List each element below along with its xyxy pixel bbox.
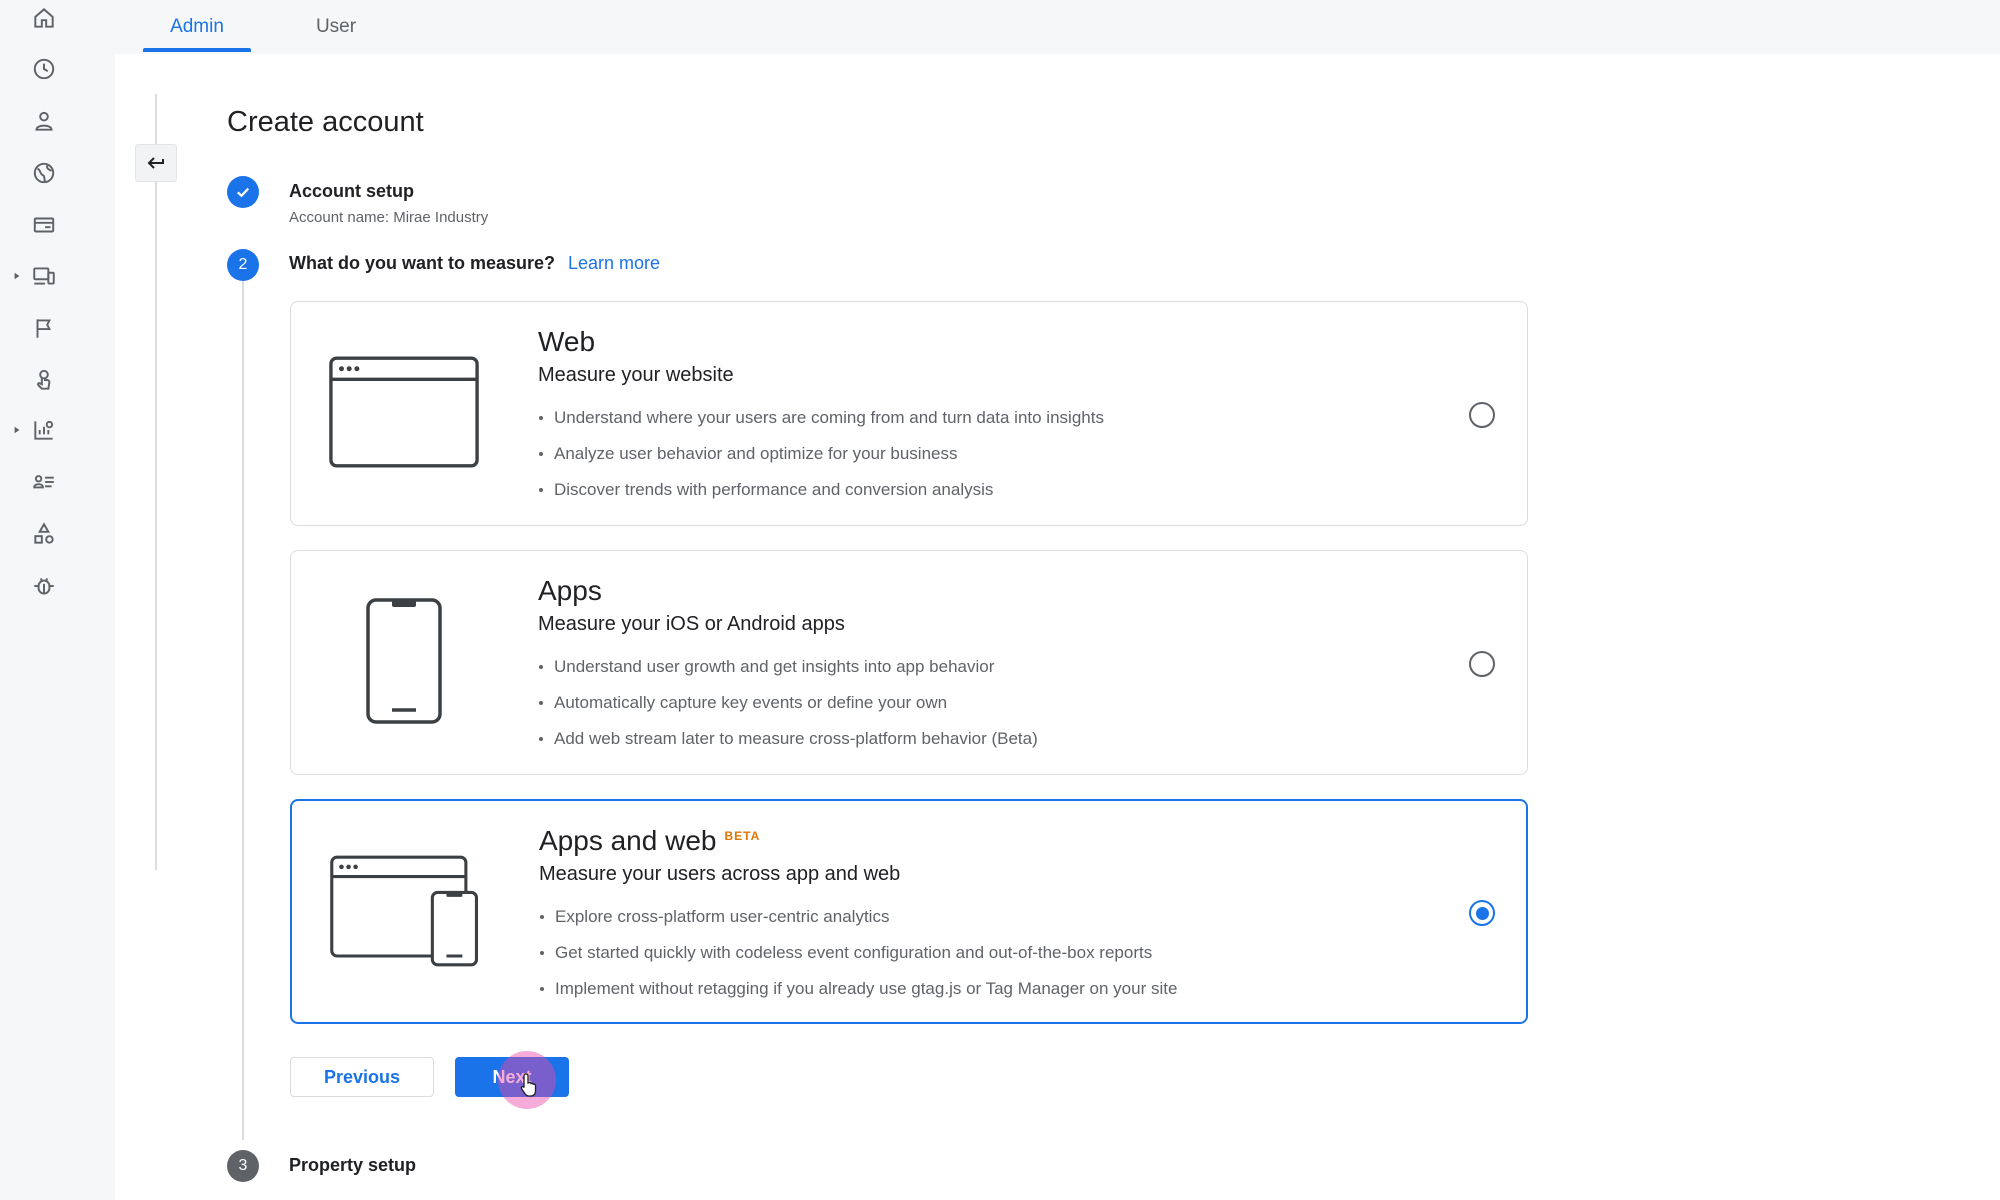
option-title: Web <box>538 326 596 357</box>
expand-caret-icon[interactable] <box>12 425 22 435</box>
step-1-label: Account setup <box>289 181 415 201</box>
step-3-badge: 3 <box>227 1150 259 1182</box>
shapes-icon[interactable] <box>26 516 62 552</box>
nav-rail <box>0 0 115 1200</box>
option-title-text: Apps and web <box>539 825 717 856</box>
clock-icon[interactable] <box>26 51 62 87</box>
option-title: Apps and web BETA <box>539 825 760 857</box>
list-item: Add web stream later to measure cross-pl… <box>538 727 1038 763</box>
step-number: 2 <box>238 256 248 273</box>
browser-window-icon <box>329 342 479 482</box>
list-item: Implement without retagging if you alrea… <box>539 977 1177 1013</box>
person-icon[interactable] <box>26 103 62 139</box>
option-card-apps-and-web[interactable]: Apps and web BETA Measure your users acro… <box>290 799 1528 1024</box>
step-1-summary: Account name: Mirae Industry <box>289 209 489 226</box>
tab-user[interactable]: User <box>291 0 381 54</box>
list-item: Explore cross-platform user-centric anal… <box>539 905 1177 941</box>
option-subtitle: Measure your iOS or Android apps <box>538 613 845 635</box>
list-item: Analyze user behavior and optimize for y… <box>538 442 1104 478</box>
list-item: Get started quickly with codeless event … <box>539 941 1177 977</box>
flag-icon[interactable] <box>26 310 62 346</box>
option-subtitle: Measure your website <box>538 364 734 386</box>
list-item: Understand user growth and get insights … <box>538 655 1038 691</box>
option-bullet-list: Understand where your users are coming f… <box>538 406 1104 514</box>
step-2-label: What do you want to measure? <box>289 253 556 273</box>
previous-button[interactable]: Previous <box>290 1057 434 1097</box>
option-subtitle: Measure your users across app and web <box>539 863 901 885</box>
beta-badge: BETA <box>724 828 761 843</box>
check-icon <box>236 187 250 198</box>
phone-icon <box>329 591 479 731</box>
step-complete-badge <box>227 176 259 208</box>
list-item: Understand where your users are coming f… <box>538 406 1104 442</box>
report-icon[interactable] <box>26 412 62 448</box>
list-item: Discover trends with performance and con… <box>538 478 1104 514</box>
step-2-badge: 2 <box>227 249 259 281</box>
step-number: 3 <box>238 1157 248 1174</box>
option-bullet-list: Understand user growth and get insights … <box>538 655 1038 763</box>
tab-label: User <box>315 16 357 37</box>
collapse-panel-button[interactable] <box>135 144 177 182</box>
stepper-line <box>242 280 244 1140</box>
touch-icon[interactable] <box>26 362 62 398</box>
option-card-apps[interactable]: Apps Measure your iOS or Android apps Un… <box>290 550 1528 775</box>
card-icon[interactable] <box>26 207 62 243</box>
audience-list-icon[interactable] <box>26 464 62 500</box>
list-item: Automatically capture key events or defi… <box>538 691 1038 727</box>
home-icon[interactable] <box>26 0 62 36</box>
option-bullet-list: Explore cross-platform user-centric anal… <box>539 905 1177 1013</box>
expand-caret-icon[interactable] <box>12 271 22 281</box>
option-radio-apps[interactable] <box>1469 651 1495 677</box>
option-title: Apps <box>538 575 602 606</box>
next-button[interactable]: Next <box>455 1057 569 1097</box>
option-card-web[interactable]: Web Measure your website Understand wher… <box>290 301 1528 526</box>
option-radio-web[interactable] <box>1469 402 1495 428</box>
learn-more-link[interactable]: Learn more <box>568 253 660 274</box>
option-radio-apps-and-web[interactable] <box>1469 900 1495 926</box>
tab-label: Admin <box>170 16 224 37</box>
browser-and-phone-icon <box>330 841 480 981</box>
step-3-label: Property setup <box>289 1155 417 1175</box>
tab-admin[interactable]: Admin <box>143 0 251 54</box>
top-tab-bar: Admin User <box>115 0 2000 54</box>
tree-guide-line <box>155 94 157 870</box>
page-title: Create account <box>227 106 424 138</box>
back-arrow-icon <box>147 157 164 169</box>
devices-icon[interactable] <box>26 258 62 294</box>
globe-icon[interactable] <box>26 155 62 191</box>
bug-icon[interactable] <box>26 568 62 604</box>
